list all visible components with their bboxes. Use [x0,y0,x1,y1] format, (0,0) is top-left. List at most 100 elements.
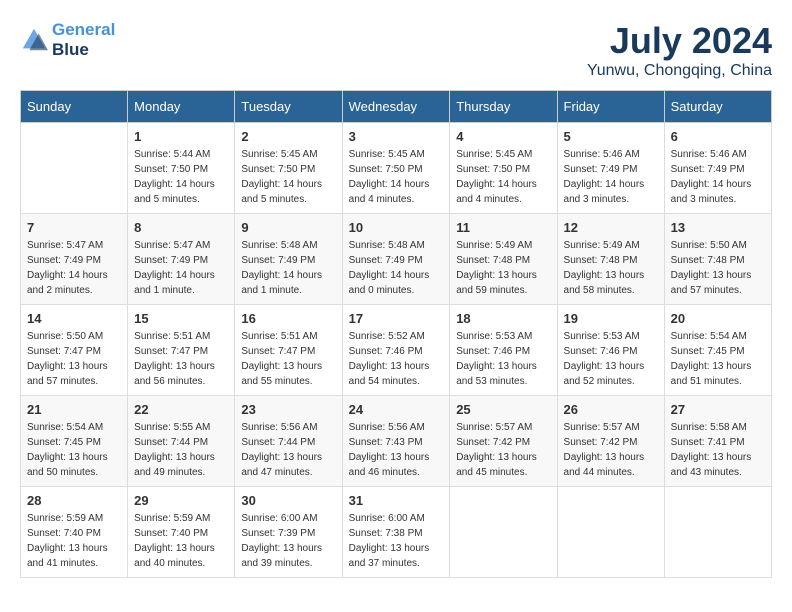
month-title: July 2024 [587,20,772,62]
day-number: 21 [27,402,121,417]
column-header-friday: Friday [557,91,664,123]
day-info: Sunrise: 5:53 AMSunset: 7:46 PMDaylight:… [564,329,658,389]
day-number: 14 [27,311,121,326]
day-info: Sunrise: 5:49 AMSunset: 7:48 PMDaylight:… [456,238,550,298]
day-number: 27 [671,402,765,417]
calendar-cell: 30 Sunrise: 6:00 AMSunset: 7:39 PMDayligh… [235,487,342,578]
calendar-cell: 24 Sunrise: 5:56 AMSunset: 7:43 PMDayligh… [342,396,450,487]
column-header-saturday: Saturday [664,91,771,123]
day-number: 24 [349,402,444,417]
day-number: 17 [349,311,444,326]
day-info: Sunrise: 5:50 AMSunset: 7:47 PMDaylight:… [27,329,121,389]
day-info: Sunrise: 5:46 AMSunset: 7:49 PMDaylight:… [671,147,765,207]
day-info: Sunrise: 5:55 AMSunset: 7:44 PMDaylight:… [134,420,228,480]
location: Yunwu, Chongqing, China [587,62,772,80]
calendar-week-row: 28 Sunrise: 5:59 AMSunset: 7:40 PMDayligh… [21,487,772,578]
day-number: 19 [564,311,658,326]
day-number: 18 [456,311,550,326]
calendar-cell: 5 Sunrise: 5:46 AMSunset: 7:49 PMDaylight… [557,123,664,214]
day-info: Sunrise: 5:51 AMSunset: 7:47 PMDaylight:… [134,329,228,389]
day-info: Sunrise: 5:47 AMSunset: 7:49 PMDaylight:… [134,238,228,298]
calendar-cell: 6 Sunrise: 5:46 AMSunset: 7:49 PMDaylight… [664,123,771,214]
logo: General Blue [20,20,115,60]
column-header-wednesday: Wednesday [342,91,450,123]
day-info: Sunrise: 5:56 AMSunset: 7:43 PMDaylight:… [349,420,444,480]
day-number: 22 [134,402,228,417]
day-info: Sunrise: 6:00 AMSunset: 7:38 PMDaylight:… [349,511,444,571]
day-number: 10 [349,220,444,235]
day-number: 4 [456,129,550,144]
calendar-cell: 20 Sunrise: 5:54 AMSunset: 7:45 PMDayligh… [664,305,771,396]
day-info: Sunrise: 5:54 AMSunset: 7:45 PMDaylight:… [671,329,765,389]
day-info: Sunrise: 5:58 AMSunset: 7:41 PMDaylight:… [671,420,765,480]
calendar-cell: 3 Sunrise: 5:45 AMSunset: 7:50 PMDaylight… [342,123,450,214]
calendar-cell: 22 Sunrise: 5:55 AMSunset: 7:44 PMDayligh… [128,396,235,487]
calendar-week-row: 1Sunrise: 5:44 AMSunset: 7:50 PMDaylight… [21,123,772,214]
day-info: Sunrise: 5:45 AMSunset: 7:50 PMDaylight:… [456,147,550,207]
calendar-cell: 9 Sunrise: 5:48 AMSunset: 7:49 PMDaylight… [235,214,342,305]
day-info: Sunrise: 5:59 AMSunset: 7:40 PMDaylight:… [27,511,121,571]
logo-text: General Blue [52,20,115,60]
day-number: 31 [349,493,444,508]
day-info: Sunrise: 5:46 AMSunset: 7:49 PMDaylight:… [564,147,658,207]
day-info: Sunrise: 5:59 AMSunset: 7:40 PMDaylight:… [134,511,228,571]
calendar-cell: 10Sunrise: 5:48 AMSunset: 7:49 PMDayligh… [342,214,450,305]
column-header-monday: Monday [128,91,235,123]
calendar-cell: 8 Sunrise: 5:47 AMSunset: 7:49 PMDaylight… [128,214,235,305]
day-info: Sunrise: 5:57 AMSunset: 7:42 PMDaylight:… [456,420,550,480]
calendar-cell: 29Sunrise: 5:59 AMSunset: 7:40 PMDayligh… [128,487,235,578]
day-number: 3 [349,129,444,144]
calendar-table: SundayMondayTuesdayWednesdayThursdayFrid… [20,90,772,578]
calendar-week-row: 21 Sunrise: 5:54 AMSunset: 7:45 PMDayligh… [21,396,772,487]
calendar-cell: 7 Sunrise: 5:47 AMSunset: 7:49 PMDaylight… [21,214,128,305]
day-number: 12 [564,220,658,235]
calendar-cell: 15 Sunrise: 5:51 AMSunset: 7:47 PMDayligh… [128,305,235,396]
day-number: 9 [241,220,335,235]
day-number: 25 [456,402,550,417]
calendar-cell [450,487,557,578]
calendar-header-row: SundayMondayTuesdayWednesdayThursdayFrid… [21,91,772,123]
calendar-cell: 25 Sunrise: 5:57 AMSunset: 7:42 PMDayligh… [450,396,557,487]
day-info: Sunrise: 5:47 AMSunset: 7:49 PMDaylight:… [27,238,121,298]
day-number: 6 [671,129,765,144]
calendar-cell: 11Sunrise: 5:49 AMSunset: 7:48 PMDayligh… [450,214,557,305]
calendar-cell: 4 Sunrise: 5:45 AMSunset: 7:50 PMDaylight… [450,123,557,214]
day-number: 7 [27,220,121,235]
column-header-tuesday: Tuesday [235,91,342,123]
calendar-cell: 27 Sunrise: 5:58 AMSunset: 7:41 PMDayligh… [664,396,771,487]
day-number: 20 [671,311,765,326]
day-info: Sunrise: 5:54 AMSunset: 7:45 PMDaylight:… [27,420,121,480]
day-number: 16 [241,311,335,326]
calendar-cell: 23Sunrise: 5:56 AMSunset: 7:44 PMDayligh… [235,396,342,487]
calendar-cell: 28 Sunrise: 5:59 AMSunset: 7:40 PMDayligh… [21,487,128,578]
day-info: Sunrise: 5:56 AMSunset: 7:44 PMDaylight:… [241,420,335,480]
calendar-cell [21,123,128,214]
day-info: Sunrise: 5:51 AMSunset: 7:47 PMDaylight:… [241,329,335,389]
day-number: 15 [134,311,228,326]
calendar-cell [557,487,664,578]
calendar-cell: 2 Sunrise: 5:45 AMSunset: 7:50 PMDaylight… [235,123,342,214]
day-number: 28 [27,493,121,508]
day-number: 30 [241,493,335,508]
column-header-thursday: Thursday [450,91,557,123]
day-info: Sunrise: 5:52 AMSunset: 7:46 PMDaylight:… [349,329,444,389]
day-info: Sunrise: 5:50 AMSunset: 7:48 PMDaylight:… [671,238,765,298]
day-info: Sunrise: 5:44 AMSunset: 7:50 PMDaylight:… [134,147,228,207]
calendar-cell: 1Sunrise: 5:44 AMSunset: 7:50 PMDaylight… [128,123,235,214]
day-info: Sunrise: 6:00 AMSunset: 7:39 PMDaylight:… [241,511,335,571]
calendar-week-row: 14 Sunrise: 5:50 AMSunset: 7:47 PMDayligh… [21,305,772,396]
day-info: Sunrise: 5:57 AMSunset: 7:42 PMDaylight:… [564,420,658,480]
day-info: Sunrise: 5:45 AMSunset: 7:50 PMDaylight:… [241,147,335,207]
column-header-sunday: Sunday [21,91,128,123]
day-info: Sunrise: 5:48 AMSunset: 7:49 PMDaylight:… [241,238,335,298]
day-number: 2 [241,129,335,144]
day-number: 5 [564,129,658,144]
calendar-cell: 19 Sunrise: 5:53 AMSunset: 7:46 PMDayligh… [557,305,664,396]
day-info: Sunrise: 5:45 AMSunset: 7:50 PMDaylight:… [349,147,444,207]
calendar-cell: 18 Sunrise: 5:53 AMSunset: 7:46 PMDayligh… [450,305,557,396]
calendar-cell: 31 Sunrise: 6:00 AMSunset: 7:38 PMDayligh… [342,487,450,578]
calendar-cell: 12Sunrise: 5:49 AMSunset: 7:48 PMDayligh… [557,214,664,305]
day-info: Sunrise: 5:53 AMSunset: 7:46 PMDaylight:… [456,329,550,389]
calendar-cell: 17 Sunrise: 5:52 AMSunset: 7:46 PMDayligh… [342,305,450,396]
day-number: 8 [134,220,228,235]
